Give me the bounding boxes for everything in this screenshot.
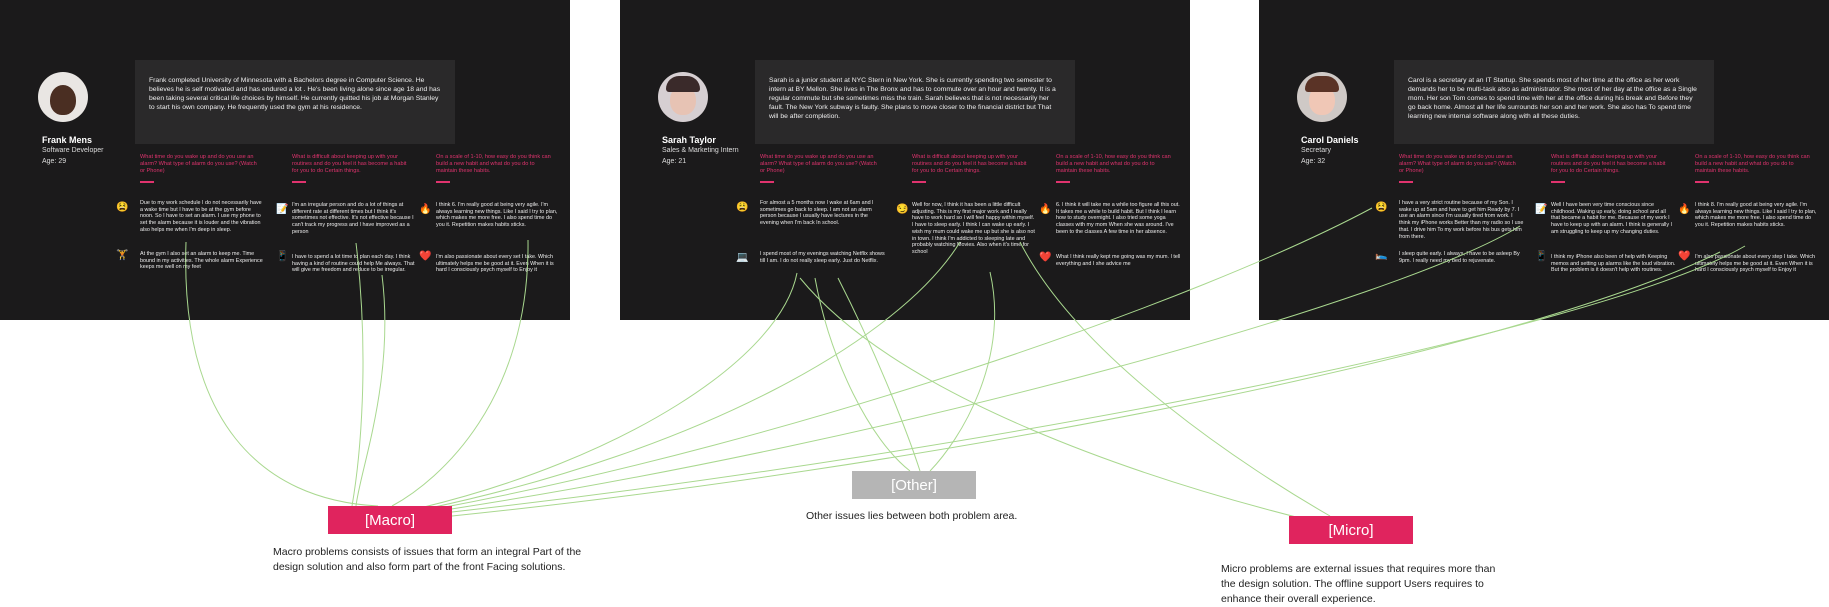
connector-line [444, 225, 1521, 511]
connector-line [837, 277, 921, 472]
micro-description: Micro problems are external issues that … [1221, 563, 1496, 605]
connector-line [185, 241, 379, 507]
connector-line [1019, 241, 1331, 517]
other-description: Other issues lies between both problem a… [806, 510, 1018, 522]
micro-category-tag: [Micro] [1289, 516, 1413, 544]
macro-description: Macro problems consists of issues that f… [273, 546, 582, 573]
connector-line [451, 245, 1746, 513]
connector-line [814, 277, 911, 472]
connector-line [439, 207, 1373, 509]
connector-line [419, 272, 798, 509]
connector-line [391, 239, 529, 507]
connector-line [351, 242, 364, 507]
connector-line [429, 241, 961, 509]
other-category-tag: [Other] [852, 471, 976, 499]
connector-line [355, 274, 386, 507]
macro-category-tag: [Macro] [328, 506, 452, 534]
